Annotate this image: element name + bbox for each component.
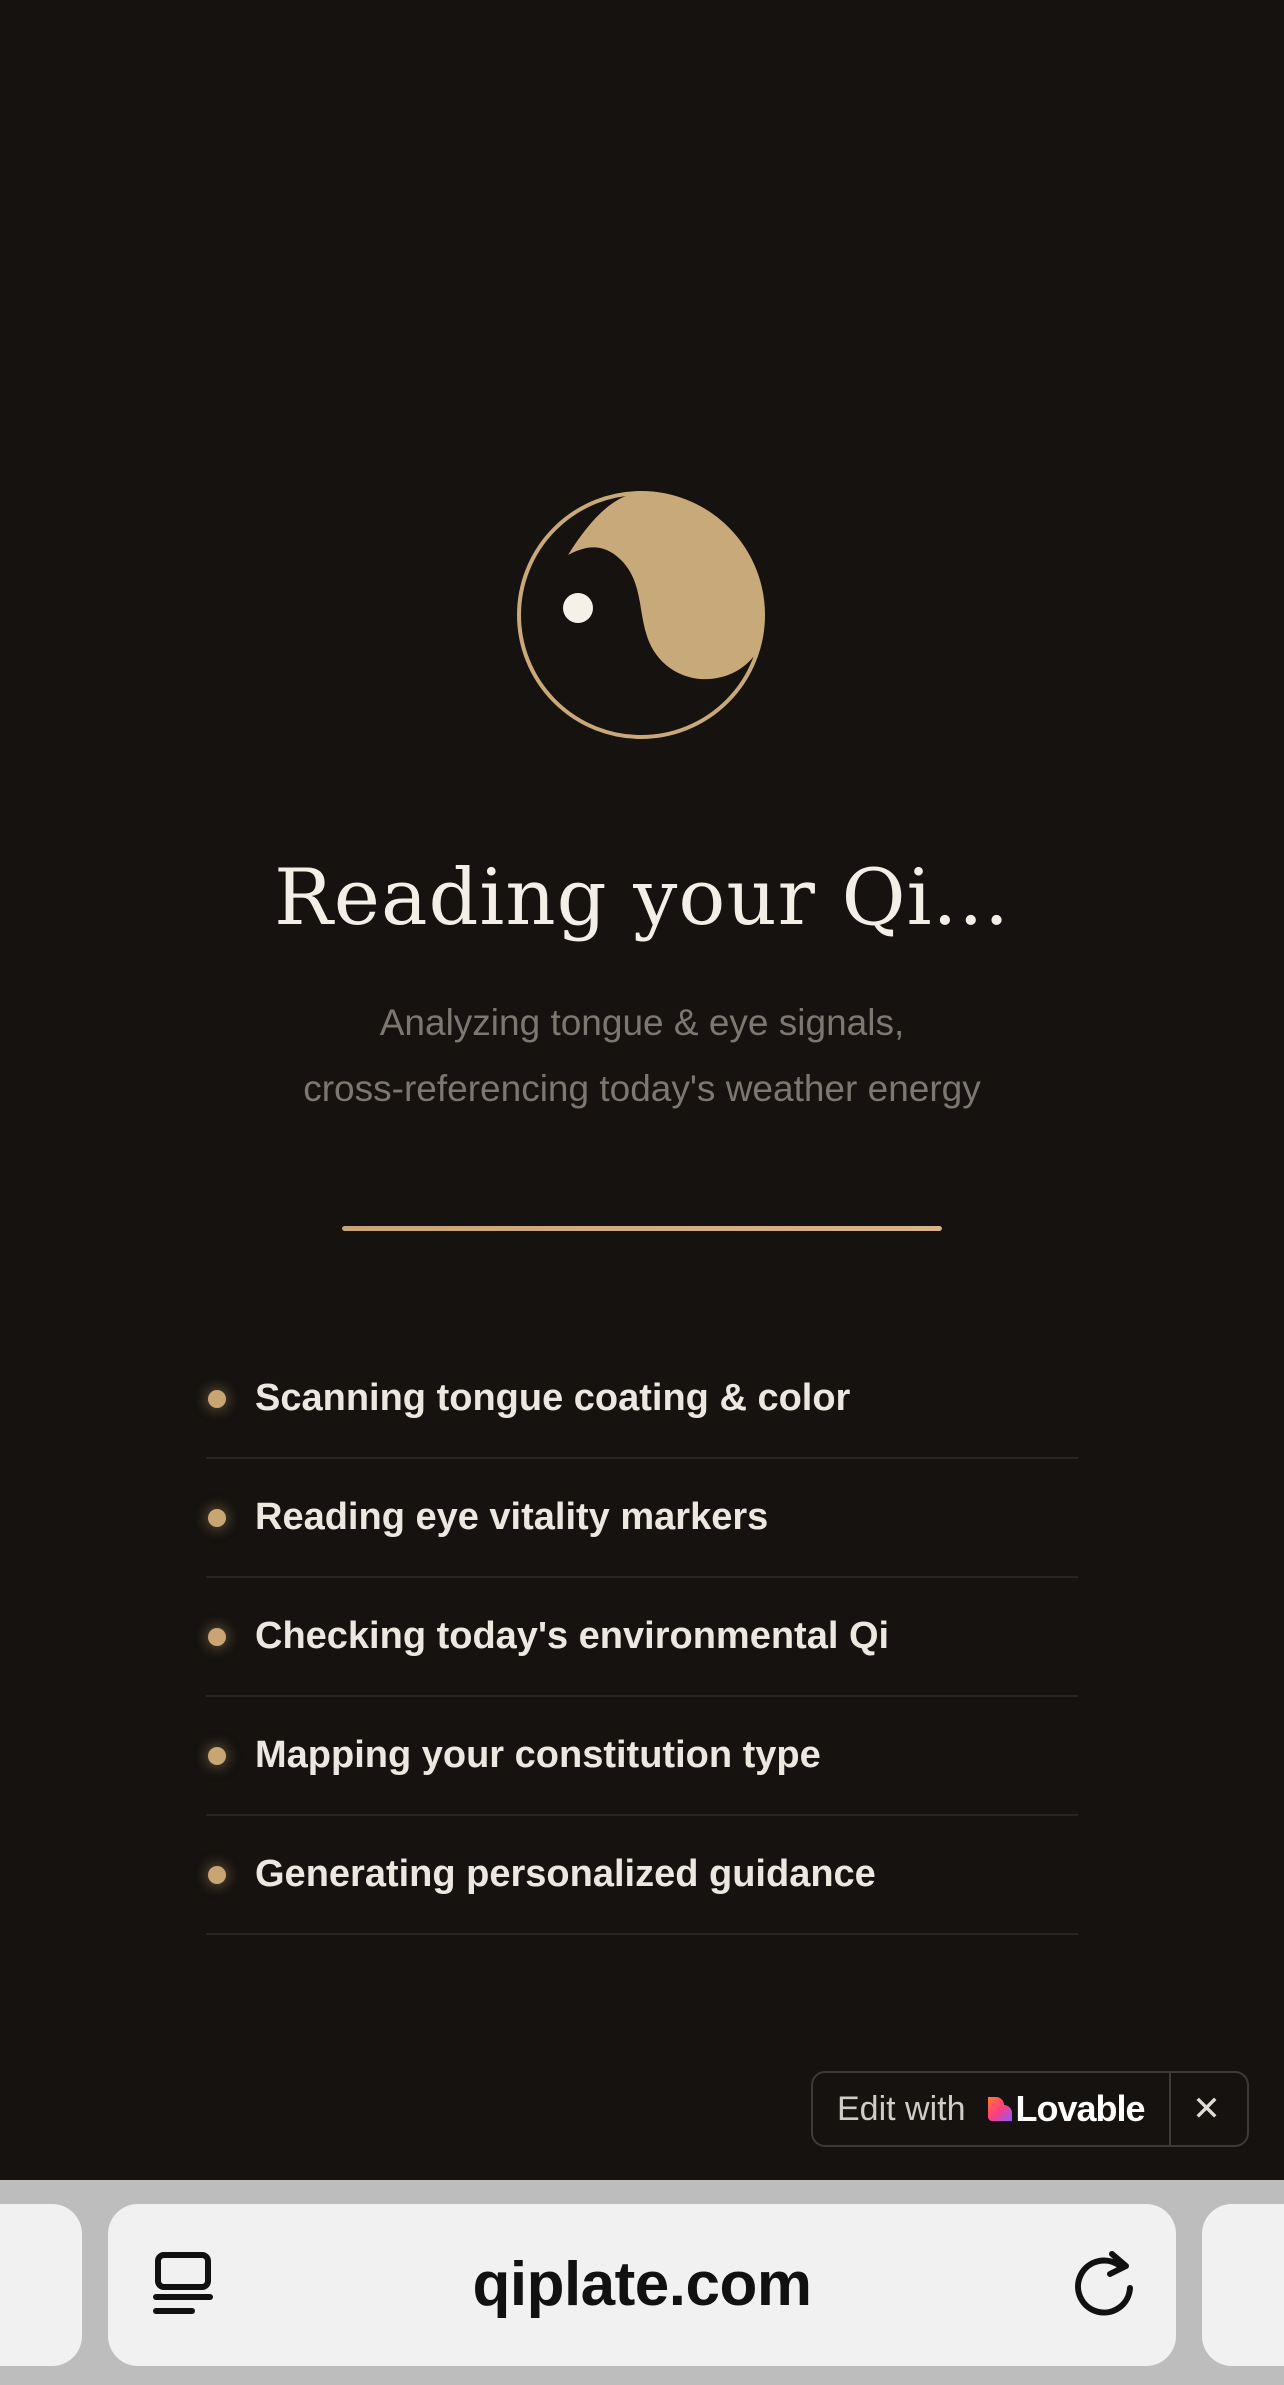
step-item: Checking today's environmental Qi xyxy=(206,1578,1078,1697)
subtitle-line: Analyzing tongue & eye signals, xyxy=(379,1002,905,1043)
step-item: Scanning tongue coating & color xyxy=(206,1340,1078,1459)
progress-fill xyxy=(342,1226,942,1231)
next-tab-preview[interactable] xyxy=(1202,2204,1284,2366)
bullet-dot-icon xyxy=(208,1508,226,1527)
step-item: Reading eye vitality markers xyxy=(206,1459,1078,1578)
step-item: Mapping your constitution type xyxy=(206,1697,1078,1816)
close-icon[interactable]: ✕ xyxy=(1171,2073,1243,2145)
loading-subtitle: Analyzing tongue & eye signals, cross-re… xyxy=(0,990,1284,1122)
url-text: qiplate.com xyxy=(472,2250,812,2319)
step-label: Checking today's environmental Qi xyxy=(255,1615,890,1657)
browser-address-bar: qiplate.com xyxy=(0,2180,1284,2385)
step-item: Generating personalized guidance xyxy=(206,1816,1078,1935)
lovable-brand: Lovable xyxy=(1015,2088,1146,2129)
bullet-dot-icon xyxy=(208,1865,226,1884)
url-field[interactable]: qiplate.com xyxy=(108,2204,1176,2366)
lovable-heart-icon xyxy=(987,2097,1012,2121)
bullet-dot-icon xyxy=(208,1746,226,1765)
edit-with-label: Edit with xyxy=(837,2089,966,2128)
subtitle-line: cross-referencing today's weather energy xyxy=(303,1068,981,1109)
progress-bar xyxy=(342,1226,942,1231)
step-label: Scanning tongue coating & color xyxy=(255,1377,851,1419)
step-label: Mapping your constitution type xyxy=(255,1734,821,1776)
reload-icon[interactable] xyxy=(1070,2250,1138,2318)
bullet-dot-icon xyxy=(208,1627,226,1646)
page-title: Reading your Qi... xyxy=(274,853,1010,943)
loading-screen: Reading your Qi... Analyzing tongue & ey… xyxy=(0,0,1284,2180)
yin-yang-icon xyxy=(517,491,765,739)
step-label: Reading eye vitality markers xyxy=(255,1496,769,1538)
analysis-steps-list: Scanning tongue coating & color Reading … xyxy=(206,1340,1078,1935)
step-label: Generating personalized guidance xyxy=(255,1853,876,1895)
previous-tab-preview[interactable] xyxy=(0,2204,82,2366)
bullet-dot-icon xyxy=(208,1389,226,1408)
edit-with-lovable-badge[interactable]: Edit with Lovable ✕ xyxy=(811,2071,1249,2147)
